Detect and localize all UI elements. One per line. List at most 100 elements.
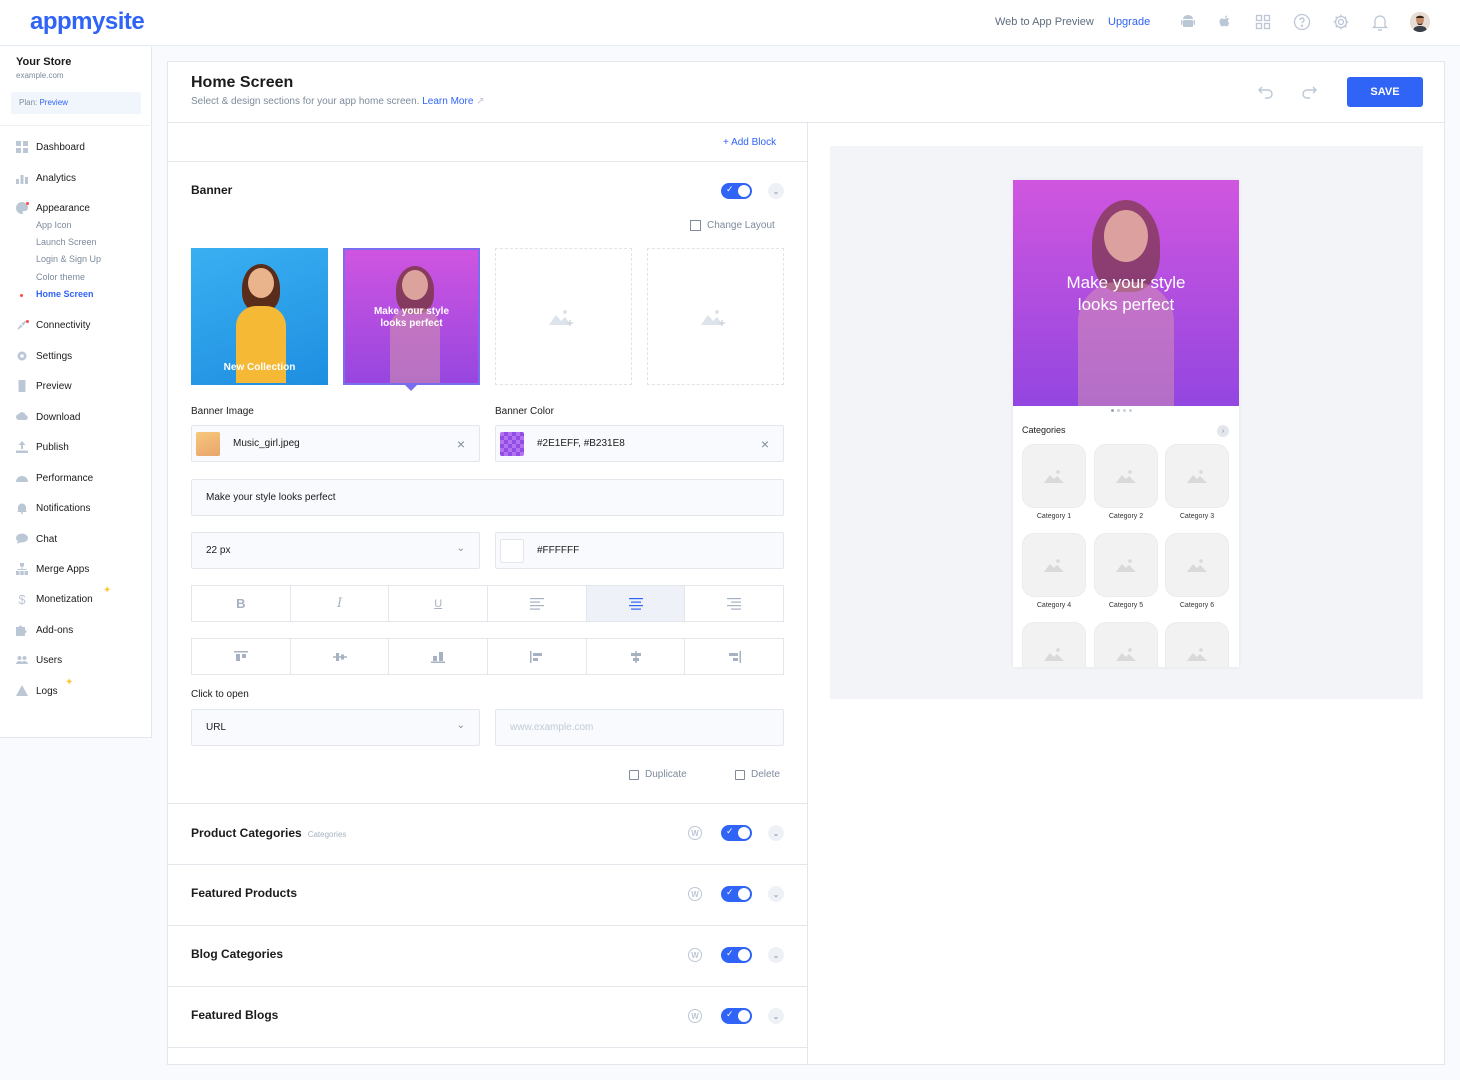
featured-blogs-expand-chevron-icon[interactable]: ⌄	[768, 1008, 784, 1024]
font-size-select[interactable]: 22 px ⌄	[191, 532, 480, 569]
category-tile[interactable]	[1165, 533, 1229, 597]
sidebar-item-add-ons[interactable]: Add-ons	[16, 622, 73, 638]
sidebar-sub-color-theme[interactable]: Color theme	[36, 272, 85, 282]
add-block-button[interactable]: + Add Block	[723, 137, 776, 148]
bold-button[interactable]: B	[192, 586, 291, 621]
banner-collapse-chevron-icon[interactable]: ⌄	[768, 183, 784, 199]
italic-button[interactable]: I	[291, 586, 390, 621]
learn-more-link[interactable]: Learn More	[422, 96, 473, 107]
sidebar-item-monetization[interactable]: $ Monetization	[16, 591, 92, 607]
sidebar-item-chat[interactable]: Chat	[16, 531, 57, 547]
click-to-open-select[interactable]: URL ⌄	[191, 709, 480, 746]
align-center-button[interactable]	[586, 586, 686, 621]
blog-categories-expand-chevron-icon[interactable]: ⌄	[768, 947, 784, 963]
position-middle-button[interactable]	[291, 639, 390, 674]
web-to-app-preview-link[interactable]: Web to App Preview	[995, 16, 1094, 28]
clear-image-icon[interactable]: ×	[457, 436, 465, 452]
help-icon[interactable]	[1292, 12, 1312, 32]
duplicate-button[interactable]: Duplicate	[629, 769, 687, 780]
appearance-notification-dot	[26, 202, 29, 205]
position-top-button[interactable]	[192, 639, 291, 674]
sidebar-sub-home-screen[interactable]: Home Screen	[36, 289, 94, 299]
banner-thumbnail-1[interactable]: New Collection	[191, 248, 328, 385]
category-tile[interactable]	[1094, 622, 1158, 667]
bell-icon[interactable]	[1370, 12, 1390, 32]
text-color-field[interactable]: #FFFFFF	[495, 532, 784, 569]
sidebar-item-settings[interactable]: Settings	[16, 348, 72, 364]
banner-thumbnail-empty-3[interactable]	[495, 248, 632, 385]
sidebar-item-label: Merge Apps	[36, 563, 90, 575]
sidebar-item-analytics[interactable]: Analytics	[16, 170, 76, 186]
sidebar-item-performance[interactable]: Performance	[16, 470, 93, 486]
sidebar-item-publish[interactable]: Publish	[16, 439, 69, 455]
sidebar-item-preview[interactable]: Preview	[16, 378, 72, 394]
speedometer-icon	[16, 472, 28, 484]
align-left-button[interactable]	[488, 586, 587, 621]
position-center-button[interactable]	[587, 639, 686, 674]
featured-blogs-block-title[interactable]: Featured Blogs	[191, 1008, 278, 1022]
category-tile[interactable]	[1165, 622, 1229, 667]
settings-icon[interactable]	[1331, 12, 1351, 32]
featured-products-expand-chevron-icon[interactable]: ⌄	[768, 886, 784, 902]
android-icon[interactable]	[1178, 12, 1198, 32]
product-categories-block-title[interactable]: Product Categories Categories	[191, 826, 346, 840]
undo-icon[interactable]	[1256, 82, 1276, 102]
chat-icon	[16, 533, 28, 545]
underline-button[interactable]: U	[389, 586, 489, 621]
category-tile[interactable]	[1165, 444, 1229, 508]
delete-button[interactable]: Delete	[735, 769, 780, 780]
banner-text-input[interactable]: Make your style looks perfect	[191, 479, 784, 516]
banner-color-field[interactable]: #2E1EFF, #B231E8 ×	[495, 425, 784, 462]
app-logo[interactable]: appmysite	[30, 8, 145, 36]
upgrade-link[interactable]: Upgrade	[1108, 16, 1150, 28]
users-icon	[16, 654, 28, 666]
banner-toggle[interactable]: ✓	[721, 183, 752, 199]
sidebar-item-dashboard[interactable]: Dashboard	[16, 139, 85, 155]
banner-thumbnail-2[interactable]: Make your style looks perfect	[343, 248, 480, 385]
clear-color-icon[interactable]: ×	[761, 436, 769, 452]
image-placeholder-icon	[1044, 470, 1064, 483]
featured-blogs-toggle[interactable]: ✓	[721, 1008, 752, 1024]
category-tile[interactable]	[1022, 444, 1086, 508]
sidebar-item-merge-apps[interactable]: Merge Apps	[16, 561, 89, 577]
grid-icon[interactable]	[1253, 12, 1273, 32]
featured-products-toggle[interactable]: ✓	[721, 886, 752, 902]
wordpress-icon: W	[688, 826, 702, 840]
plan-badge[interactable]: Plan: Preview	[11, 92, 141, 114]
redo-icon[interactable]	[1299, 82, 1319, 102]
sidebar-sub-launch-screen[interactable]: Launch Screen	[36, 237, 97, 247]
position-bottom-button[interactable]	[389, 639, 489, 674]
analytics-icon	[16, 172, 28, 184]
blog-categories-toggle[interactable]: ✓	[721, 947, 752, 963]
product-categories-expand-chevron-icon[interactable]: ⌄	[768, 825, 784, 841]
save-button[interactable]: SAVE	[1347, 77, 1423, 107]
phone-banner[interactable]: Make your style looks perfect	[1013, 180, 1239, 406]
sidebar-item-logs[interactable]: Logs	[16, 683, 58, 699]
sidebar-item-download[interactable]: Download	[16, 409, 80, 425]
category-tile[interactable]	[1022, 622, 1086, 667]
category-tile[interactable]	[1094, 444, 1158, 508]
image-placeholder-icon	[1116, 470, 1136, 483]
banner-image-field[interactable]: Music_girl.jpeg ×	[191, 425, 480, 462]
change-layout-button[interactable]: Change Layout	[690, 220, 775, 231]
gear-icon	[16, 350, 28, 362]
chevron-right-icon[interactable]: ›	[1217, 425, 1229, 437]
category-tile[interactable]	[1094, 533, 1158, 597]
featured-products-block-title[interactable]: Featured Products	[191, 886, 297, 900]
blog-categories-block-title[interactable]: Blog Categories	[191, 947, 283, 961]
avatar[interactable]	[1410, 12, 1430, 32]
category-tile[interactable]	[1022, 533, 1086, 597]
banner-thumbnail-empty-4[interactable]	[647, 248, 784, 385]
apple-icon[interactable]	[1215, 12, 1235, 32]
url-input[interactable]: www.example.com	[495, 709, 784, 746]
banner-block-title[interactable]: Banner	[191, 183, 232, 197]
sidebar-item-notifications[interactable]: Notifications	[16, 500, 90, 516]
sidebar-item-users[interactable]: Users	[16, 652, 62, 668]
bell-icon	[16, 502, 28, 514]
position-left-button[interactable]	[488, 639, 587, 674]
position-right-button[interactable]	[685, 639, 783, 674]
product-categories-toggle[interactable]: ✓	[721, 825, 752, 841]
align-right-button[interactable]	[685, 586, 783, 621]
sidebar-sub-login-signup[interactable]: Login & Sign Up	[36, 254, 101, 264]
sidebar-sub-app-icon[interactable]: App Icon	[36, 220, 72, 230]
